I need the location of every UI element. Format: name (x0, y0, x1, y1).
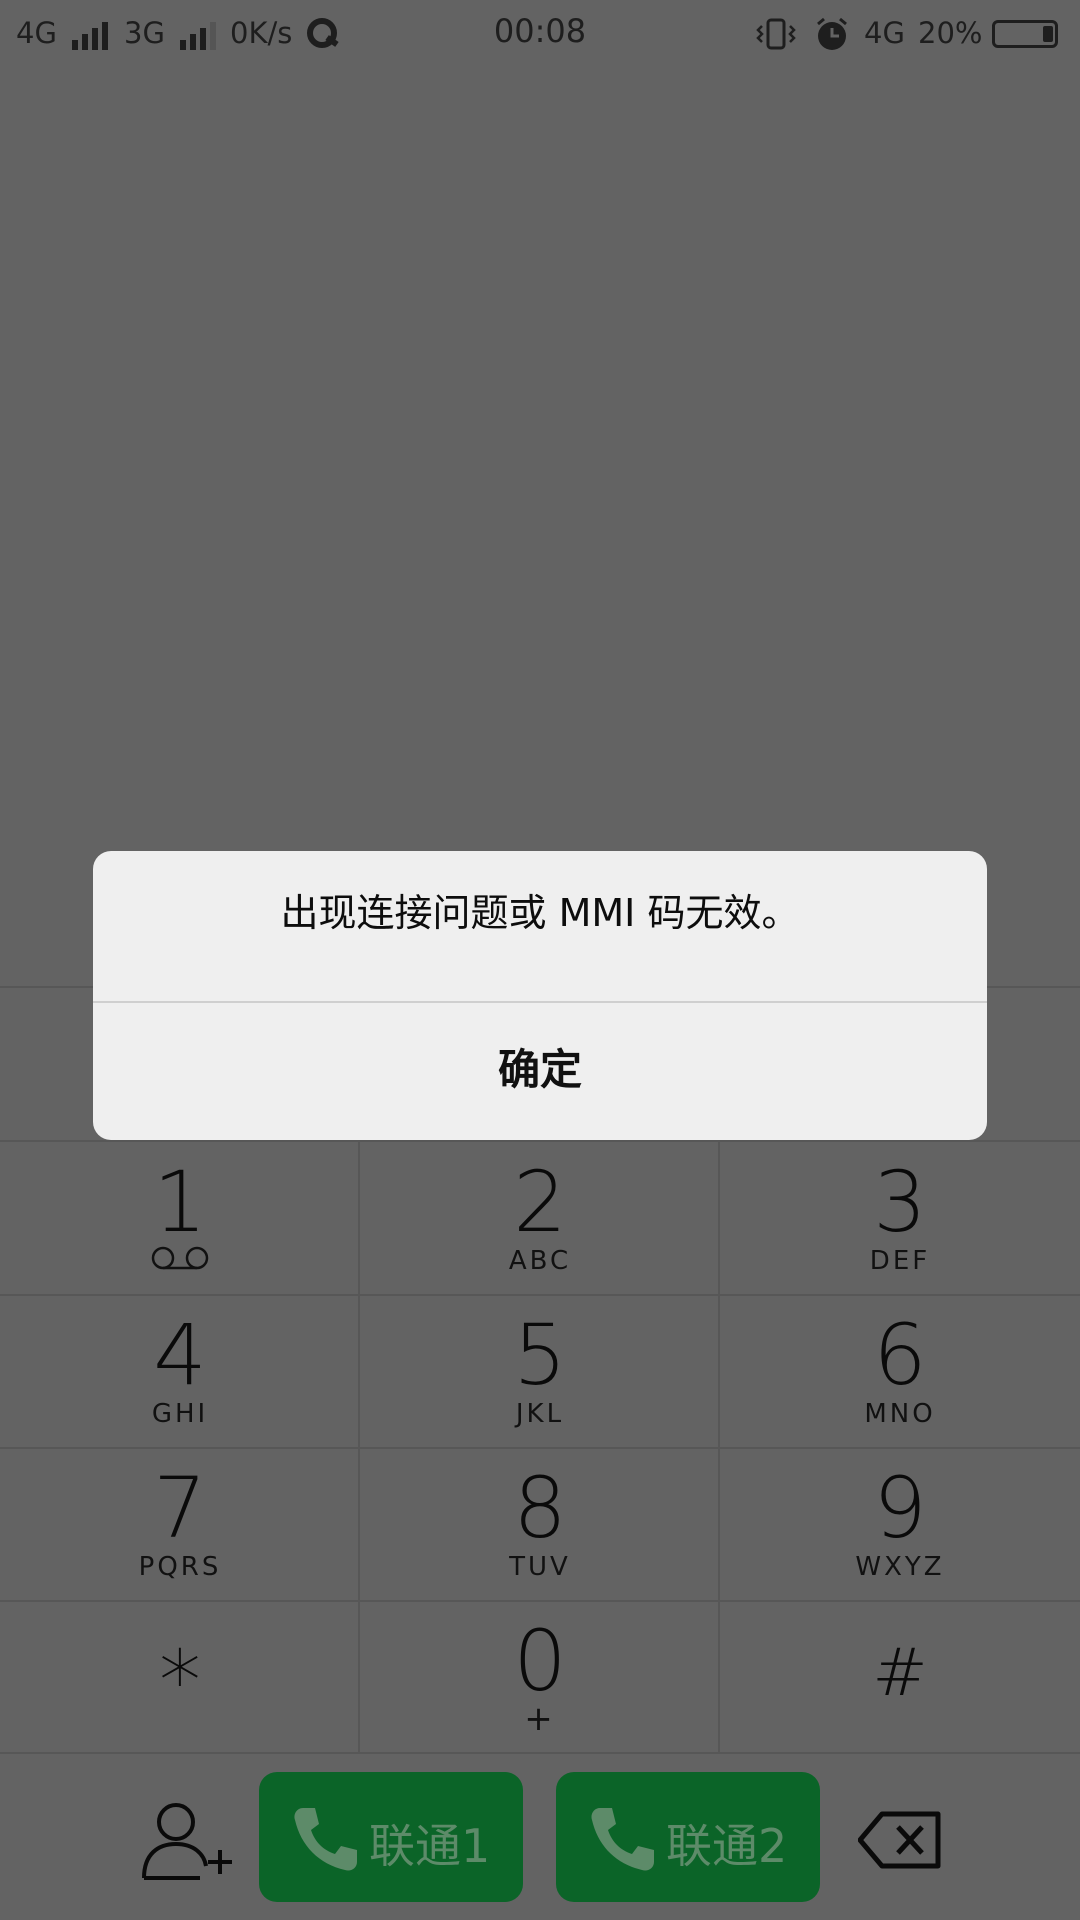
key-0[interactable]: 0 + (360, 1601, 720, 1753)
key-2[interactable]: 2 ABC (360, 1142, 720, 1294)
add-contact-button[interactable] (138, 1798, 234, 1882)
key-digit: 3 (873, 1153, 927, 1251)
key-hash[interactable]: # (720, 1601, 1080, 1753)
key-letters: PQRS (138, 1552, 222, 1582)
key-letters: JKL (515, 1399, 565, 1429)
key-letters: ABC (508, 1246, 572, 1276)
network-3-type: 4G (864, 16, 905, 50)
call-button-label: 联通2 (666, 1819, 788, 1873)
phone-icon (591, 1808, 654, 1871)
key-digit: 0 (513, 1612, 567, 1710)
key-9[interactable]: 9 WXYZ (720, 1448, 1080, 1600)
key-digit: 8 (513, 1459, 567, 1557)
key-4[interactable]: 4 GHI (0, 1295, 360, 1447)
key-letters: + (524, 1699, 556, 1739)
battery-icon (992, 20, 1058, 48)
add-contact-icon (142, 1803, 232, 1880)
key-digit: 5 (513, 1306, 567, 1404)
key-digit: * (159, 1632, 201, 1730)
key-digit: 4 (153, 1306, 207, 1404)
battery-percent: 20% (918, 16, 983, 50)
mmi-error-dialog: 出现连接问题或 MMI 码无效。 确定 (93, 851, 987, 1140)
key-digit: 1 (153, 1153, 207, 1251)
key-1[interactable]: 1 (0, 1142, 360, 1294)
alarm-icon (814, 16, 850, 59)
backspace-button[interactable] (857, 1810, 942, 1870)
key-star[interactable]: * (0, 1601, 360, 1753)
dial-keypad: 1 2 ABC 3 DEF 4 GHI 5 JKL 6 MNO 7 PQRS 8… (0, 1140, 1080, 1754)
ok-button[interactable]: 确定 (93, 1003, 987, 1140)
key-8[interactable]: 8 TUV (360, 1448, 720, 1600)
phone-icon (294, 1808, 357, 1871)
backspace-icon (857, 1811, 941, 1869)
key-digit: 2 (513, 1153, 567, 1251)
key-digit: # (872, 1634, 928, 1711)
key-digit: 6 (873, 1306, 927, 1404)
voicemail-icon (151, 1246, 209, 1270)
status-bar: 4G 3G 0K/s 00:08 4G 20% (0, 0, 1080, 70)
key-letters: GHI (151, 1399, 209, 1429)
key-7[interactable]: 7 PQRS (0, 1448, 360, 1600)
key-letters: WXYZ (855, 1552, 945, 1582)
vibrate-icon (756, 16, 796, 59)
call-button-sim2[interactable]: 联通2 (556, 1772, 820, 1902)
key-digit: 7 (153, 1459, 207, 1557)
key-digit: 9 (873, 1459, 927, 1557)
dialer-action-bar: 联通1 联通2 (0, 1752, 1080, 1920)
call-button-sim1[interactable]: 联通1 (259, 1772, 523, 1902)
key-letters: TUV (509, 1552, 571, 1582)
key-5[interactable]: 5 JKL (360, 1295, 720, 1447)
key-3[interactable]: 3 DEF (720, 1142, 1080, 1294)
dialog-message: 出现连接问题或 MMI 码无效。 (280, 891, 800, 935)
key-letters: MNO (864, 1399, 936, 1429)
call-button-label: 联通1 (369, 1819, 491, 1873)
key-letters: DEF (869, 1246, 931, 1276)
key-6[interactable]: 6 MNO (720, 1295, 1080, 1447)
